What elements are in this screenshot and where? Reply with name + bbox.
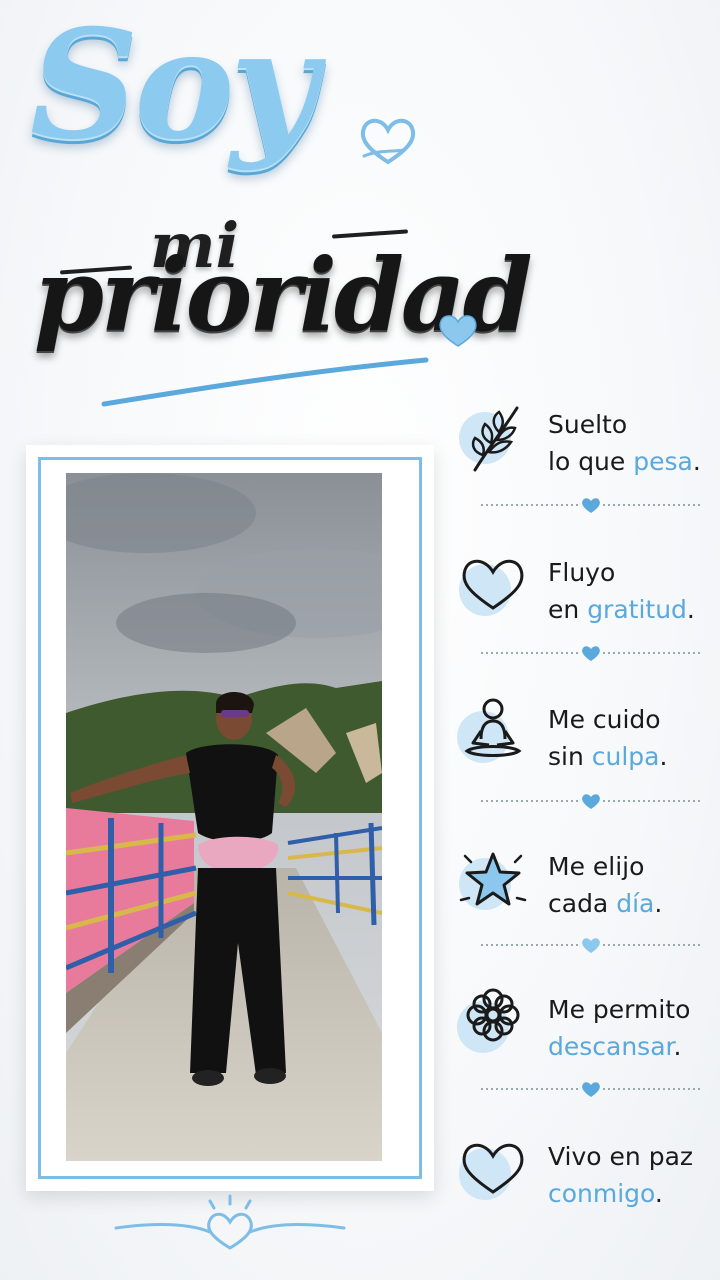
text-highlight: gratitud (587, 595, 687, 624)
affirmation-line2: cada día. (548, 885, 718, 922)
text-end: . (686, 595, 695, 624)
affirmation-item: Me cuido sin culpa. (455, 695, 715, 785)
title-soy: Soy (30, 0, 318, 173)
text-end: . (654, 889, 663, 918)
affirmation-line2: sin culpa. (548, 738, 718, 775)
text-plain: en (548, 595, 588, 624)
text-highlight: conmigo (548, 1179, 655, 1208)
text-highlight: pesa (633, 447, 693, 476)
affirmation-line1: Vivo en paz (548, 1142, 694, 1171)
photo-frame (26, 445, 434, 1191)
heart-icon (459, 1143, 524, 1200)
affirmation-text: Suelto lo que pesa. (548, 406, 718, 480)
dotted-separator (481, 794, 701, 809)
affirmation-line1: Me permito (548, 995, 691, 1024)
text-highlight: día (616, 889, 655, 918)
text-highlight: descansar (548, 1032, 674, 1061)
affirmation-line2: lo que pesa. (548, 443, 718, 480)
affirmation-line1: Me elijo (548, 852, 645, 881)
title-underline (101, 357, 429, 407)
leaf-icon (459, 406, 519, 472)
text-plain: cada (548, 889, 617, 918)
meditation-icon (457, 698, 522, 763)
affirmation-line1: Me cuido (548, 705, 661, 734)
affirmation-text: Vivo en paz conmigo. (548, 1138, 718, 1212)
affirmation-item: Me permito descansar. (455, 985, 715, 1075)
affirmation-text: Me elijo cada día. (548, 848, 718, 922)
affirmation-item: Fluyo en gratitud. (455, 548, 715, 638)
affirmation-line1: Fluyo (548, 558, 616, 587)
affirmation-line2: conmigo. (548, 1175, 718, 1212)
photo-woman-on-bridge (66, 473, 382, 1161)
affirmation-text: Fluyo en gratitud. (548, 554, 718, 628)
dotted-separator (481, 1082, 701, 1097)
title-block: Soy mi prioridad (0, 0, 720, 420)
outline-heart-icon (360, 118, 416, 165)
text-plain: sin (548, 742, 592, 771)
heart-ornament-icon (114, 1194, 346, 1250)
flower-icon (457, 988, 520, 1053)
blue-heart-icon (439, 315, 477, 347)
affirmation-item: Vivo en paz conmigo. (455, 1132, 715, 1222)
text-end: . (692, 447, 701, 476)
affirmation-text: Me cuido sin culpa. (548, 701, 718, 775)
text-end: . (673, 1032, 682, 1061)
text-end: . (659, 742, 668, 771)
dotted-separator (481, 646, 701, 661)
star-icon (459, 852, 527, 910)
text-plain: lo que (548, 447, 634, 476)
affirmation-item: Me elijo cada día. (455, 842, 715, 932)
affirmation-line2: en gratitud. (548, 591, 718, 628)
affirmation-text: Me permito descansar. (548, 991, 718, 1065)
dotted-separator (481, 938, 701, 953)
heart-icon (459, 559, 524, 616)
text-highlight: culpa (591, 742, 660, 771)
dotted-separator (481, 498, 701, 513)
text-end: . (654, 1179, 663, 1208)
affirmation-line2: descansar. (548, 1028, 718, 1065)
affirmation-item: Suelto lo que pesa. (455, 400, 715, 490)
affirmation-line1: Suelto (548, 410, 628, 439)
